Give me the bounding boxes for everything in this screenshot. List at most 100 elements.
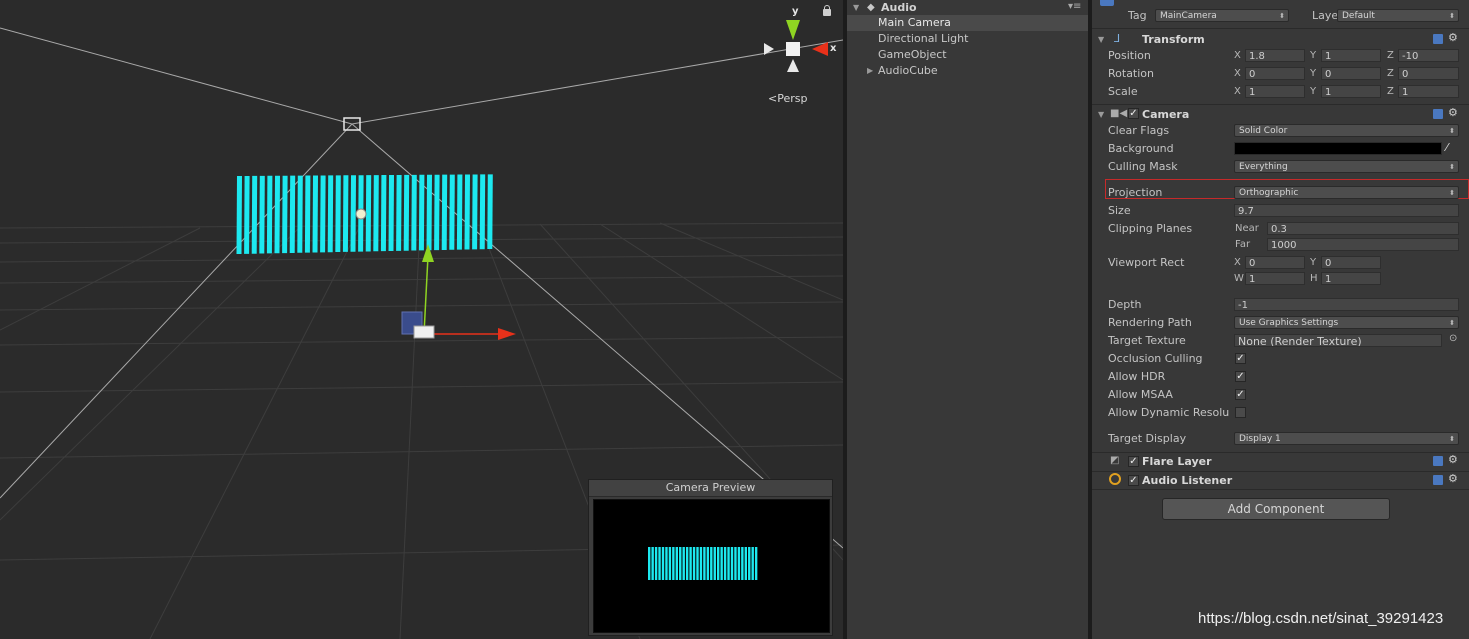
dropdown-arrow-icon: ⬍	[1449, 189, 1455, 197]
scale-z-field[interactable]: 1	[1398, 85, 1459, 98]
rotation-x-field[interactable]: 0	[1245, 67, 1305, 80]
background-label: Background	[1108, 142, 1174, 155]
gear-icon[interactable]: ⚙	[1448, 107, 1458, 118]
preview-bar	[748, 547, 751, 580]
rendering-path-dropdown[interactable]: Use Graphics Settings ⬍	[1234, 316, 1459, 329]
gear-icon[interactable]: ⚙	[1448, 473, 1458, 484]
scene-bar	[251, 175, 258, 254]
allow-hdr-checkbox[interactable]: ✓	[1235, 371, 1246, 382]
scene-bar	[472, 174, 478, 250]
size-field[interactable]: 9.7	[1234, 204, 1459, 217]
axis-x-label: X	[1234, 86, 1241, 97]
gear-icon[interactable]: ⚙	[1448, 32, 1458, 43]
preview-bars	[648, 547, 758, 580]
allow-msaa-checkbox[interactable]: ✓	[1235, 389, 1246, 400]
axis-z-label: Z	[1387, 86, 1394, 97]
help-book-icon[interactable]	[1433, 456, 1443, 466]
dropdown-arrow-icon: ⬍	[1449, 163, 1455, 171]
camera-enabled-checkbox[interactable]: ✓	[1128, 108, 1139, 119]
expand-right-icon[interactable]: ▶	[867, 63, 873, 79]
viewport-h-field[interactable]: 1	[1321, 272, 1381, 285]
tag-label: Tag	[1128, 9, 1147, 22]
unity-scene-icon: ◆	[867, 2, 875, 13]
scene-row[interactable]: ▼ ◆ Audio ▾≡	[847, 0, 1088, 16]
lock-icon[interactable]	[823, 5, 831, 16]
viewport-x-field[interactable]: 0	[1245, 256, 1305, 269]
scene-bar	[320, 175, 326, 253]
far-field[interactable]: 1000	[1267, 238, 1459, 251]
position-z-field[interactable]: -10	[1398, 49, 1459, 62]
scene-bar	[297, 175, 303, 253]
help-book-icon[interactable]	[1433, 34, 1443, 44]
viewport-x-label: X	[1234, 257, 1241, 268]
projection-dropdown[interactable]: Orthographic ⬍	[1234, 186, 1459, 199]
help-book-icon[interactable]	[1433, 109, 1443, 119]
clear-flags-label: Clear Flags	[1108, 124, 1170, 137]
hierarchy-item-label: Directional Light	[878, 32, 969, 45]
near-label: Near	[1235, 223, 1259, 234]
preview-bar	[741, 547, 744, 580]
allow-hdr-label: Allow HDR	[1108, 370, 1166, 383]
preview-bar	[751, 547, 754, 580]
object-picker-icon[interactable]: ⊙	[1449, 333, 1457, 344]
persp-toggle[interactable]: <Persp	[768, 92, 807, 105]
camera-expand-icon[interactable]: ▼	[1098, 110, 1104, 119]
target-texture-field[interactable]: None (Render Texture)	[1234, 334, 1442, 347]
add-component-button[interactable]: Add Component	[1162, 498, 1390, 520]
persp-label: Persp	[777, 92, 808, 105]
occlusion-culling-checkbox[interactable]: ✓	[1235, 353, 1246, 364]
scene-bar	[456, 174, 463, 250]
help-book-icon[interactable]	[1433, 475, 1443, 485]
scene-view[interactable]: y x <Persp Camera Preview	[0, 0, 843, 639]
background-color-field[interactable]	[1234, 142, 1442, 155]
layer-dropdown[interactable]: Default ⬍	[1337, 9, 1459, 22]
hierarchy-item-audiocube[interactable]: ▶ AudioCube	[847, 63, 1088, 79]
target-display-dropdown[interactable]: Display 1 ⬍	[1234, 432, 1459, 445]
clear-flags-dropdown[interactable]: Solid Color ⬍	[1234, 124, 1459, 137]
gizmo-y-label: y	[792, 6, 799, 17]
inspector-panel: Tag MainCamera ⬍ Layer Default ⬍ ▼ ⅃ Trans…	[1092, 0, 1469, 639]
viewport-rect-label: Viewport Rect	[1108, 256, 1185, 269]
viewport-w-field[interactable]: 1	[1245, 272, 1305, 285]
rotation-z-field[interactable]: 0	[1398, 67, 1459, 80]
hierarchy-item-gameobject[interactable]: GameObject	[847, 47, 1088, 63]
flare-layer-icon: ◩	[1110, 455, 1120, 466]
expand-down-icon[interactable]: ▼	[853, 0, 859, 16]
eyedropper-icon[interactable]: ⁄	[1446, 141, 1448, 154]
gear-icon[interactable]: ⚙	[1448, 454, 1458, 465]
preview-bar	[682, 547, 685, 580]
audio-listener-checkbox[interactable]: ✓	[1128, 475, 1139, 486]
clipping-planes-label: Clipping Planes	[1108, 222, 1193, 235]
projection-label: Projection	[1108, 186, 1163, 199]
transform-title: Transform	[1142, 33, 1205, 46]
viewport-y-label: Y	[1310, 257, 1317, 268]
flare-layer-checkbox[interactable]: ✓	[1128, 456, 1139, 467]
preview-bar	[710, 547, 713, 580]
position-y-field[interactable]: 1	[1321, 49, 1381, 62]
move-x-arrow	[498, 328, 516, 340]
occlusion-culling-label: Occlusion Culling	[1108, 352, 1203, 365]
culling-mask-dropdown[interactable]: Everything ⬍	[1234, 160, 1459, 173]
allow-dynamic-resolution-checkbox[interactable]	[1235, 407, 1246, 418]
viewport-y-field[interactable]: 0	[1321, 256, 1381, 269]
scene-name: Audio	[881, 1, 917, 14]
position-x-field[interactable]: 1.8	[1245, 49, 1305, 62]
rendering-path-label: Rendering Path	[1108, 316, 1192, 329]
divider	[1092, 489, 1469, 490]
hierarchy-item-main-camera[interactable]: Main Camera	[847, 15, 1088, 31]
tag-dropdown[interactable]: MainCamera ⬍	[1155, 9, 1289, 22]
near-field[interactable]: 0.3	[1267, 222, 1459, 235]
orientation-gizmo	[764, 20, 828, 72]
depth-field[interactable]: -1	[1234, 298, 1459, 311]
hierarchy-item-directional-light[interactable]: Directional Light	[847, 31, 1088, 47]
transform-expand-icon[interactable]: ▼	[1098, 35, 1104, 44]
preview-bar	[679, 547, 682, 580]
scale-x-field[interactable]: 1	[1245, 85, 1305, 98]
dropdown-arrow-icon: ⬍	[1449, 12, 1455, 20]
preview-bar	[648, 547, 651, 580]
rotation-y-field[interactable]: 0	[1321, 67, 1381, 80]
scene-menu-icon[interactable]: ▾≡	[1068, 0, 1081, 15]
scene-bar	[327, 175, 334, 253]
gizmo-x-label: x	[830, 43, 837, 54]
scale-y-field[interactable]: 1	[1321, 85, 1381, 98]
